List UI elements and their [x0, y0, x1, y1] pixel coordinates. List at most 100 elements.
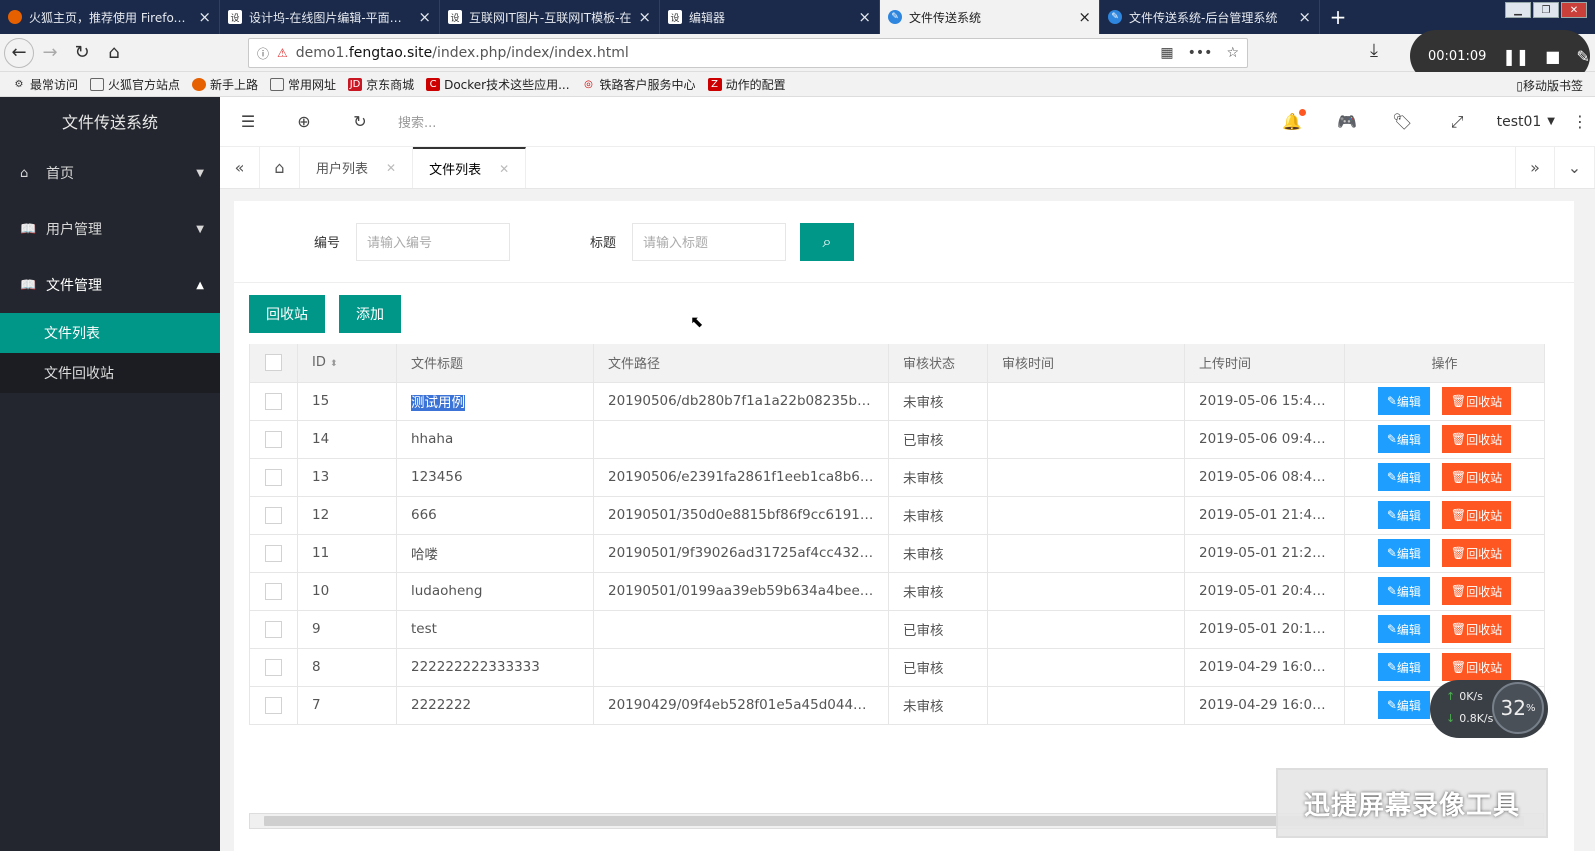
- search-button[interactable]: ⌕: [800, 222, 855, 261]
- tab-file-list[interactable]: 文件列表 ✕: [413, 147, 527, 188]
- edit-button[interactable]: ✎ 编辑: [1377, 653, 1430, 681]
- gamepad-icon[interactable]: 🎮: [1320, 112, 1375, 131]
- edit-button[interactable]: ✎ 编辑: [1377, 501, 1430, 529]
- download-icon[interactable]: ⤓: [1370, 40, 1378, 61]
- header-search[interactable]: 搜索...: [398, 112, 436, 131]
- more-vertical-icon[interactable]: ⋮: [1565, 112, 1595, 131]
- maximize-button[interactable]: ❐: [1533, 2, 1559, 18]
- row-checkbox[interactable]: [265, 468, 282, 486]
- recycle-button[interactable]: 🗑回收站: [1441, 653, 1512, 681]
- home-tab-icon[interactable]: ⌂: [260, 147, 300, 188]
- close-icon[interactable]: ×: [638, 8, 651, 26]
- title-input[interactable]: 请输入标题: [632, 222, 787, 261]
- row-checkbox[interactable]: [265, 620, 282, 638]
- sidebar-item-files[interactable]: 📖 文件管理 ▲: [0, 257, 220, 313]
- bookmark-item[interactable]: 火狐官方站点: [90, 76, 180, 93]
- recycle-button[interactable]: 🗑回收站: [1441, 425, 1512, 453]
- tabs-dropdown-icon[interactable]: ⌄: [1555, 147, 1595, 188]
- recycle-bin-button[interactable]: 回收站: [249, 295, 325, 333]
- sidebar-subitem-recycle-bin[interactable]: 文件回收站: [0, 353, 220, 393]
- tag-icon[interactable]: 🏷: [1375, 112, 1430, 131]
- qr-code-icon[interactable]: ▦: [1160, 45, 1173, 61]
- sidebar-item-users[interactable]: 📖 用户管理 ▼: [0, 201, 220, 257]
- edit-button[interactable]: ✎ 编辑: [1377, 387, 1430, 415]
- close-icon[interactable]: ×: [1078, 8, 1091, 26]
- edit-button[interactable]: ✎ 编辑: [1377, 463, 1430, 491]
- browser-tab-6[interactable]: ✎ 文件传送系统-后台管理系统 ×: [1100, 0, 1320, 34]
- edit-button[interactable]: ✎ 编辑: [1377, 539, 1430, 567]
- select-all-checkbox[interactable]: [265, 354, 282, 372]
- bookmark-item[interactable]: ⚙ 最常访问: [12, 76, 79, 93]
- user-menu[interactable]: test01 ▼: [1497, 114, 1555, 130]
- minimize-button[interactable]: ▁: [1505, 2, 1531, 18]
- bookmark-item[interactable]: JD 京东商城: [348, 76, 414, 93]
- browser-tab-3[interactable]: 设 互联网IT图片-互联网IT模板-在 ×: [440, 0, 660, 34]
- tabs-scroll-left-icon[interactable]: «: [220, 147, 260, 188]
- recycle-button[interactable]: 🗑回收站: [1441, 501, 1512, 529]
- sort-icon[interactable]: ⬍: [330, 359, 338, 369]
- recycle-button[interactable]: 🗑回收站: [1441, 577, 1512, 605]
- tabs-scroll-right-icon[interactable]: »: [1515, 147, 1555, 188]
- menu-toggle-icon[interactable]: ☰: [220, 112, 276, 131]
- back-button[interactable]: ←: [4, 37, 34, 68]
- bookmark-item[interactable]: Z 动作的配置: [707, 76, 786, 93]
- forward-button[interactable]: →: [34, 37, 66, 69]
- browser-tab-2[interactable]: 设 设计坞-在线图片编辑-平面设计 ×: [220, 0, 440, 34]
- pen-icon[interactable]: ✎: [1576, 47, 1589, 66]
- edit-button[interactable]: ✎ 编辑: [1377, 691, 1430, 719]
- browser-tab-4[interactable]: 设 编辑器 ×: [660, 0, 880, 34]
- info-icon[interactable]: ⓘ: [257, 45, 269, 62]
- column-header-id[interactable]: ID ⬍: [297, 344, 397, 383]
- row-checkbox[interactable]: [265, 392, 282, 410]
- browser-tab-1[interactable]: 火狐主页，推荐使用 Firefox 火 ×: [0, 0, 220, 34]
- column-header-audit-time: 审核时间: [987, 344, 1185, 383]
- bookmark-item[interactable]: C Docker技术这些应用...: [426, 76, 570, 93]
- mobile-bookmarks[interactable]: ▯移动版书签: [1516, 77, 1583, 94]
- cell-status: 未审核: [888, 686, 988, 725]
- row-checkbox[interactable]: [265, 658, 282, 676]
- close-icon[interactable]: ×: [198, 8, 211, 26]
- more-icon[interactable]: •••: [1188, 45, 1213, 61]
- close-icon[interactable]: ×: [418, 8, 431, 26]
- row-checkbox[interactable]: [265, 506, 282, 524]
- tab-user-list[interactable]: 用户列表 ✕: [300, 147, 414, 188]
- recycle-button[interactable]: 🗑回收站: [1441, 615, 1512, 643]
- bookmark-item[interactable]: 新手上路: [192, 76, 258, 93]
- bookmark-item[interactable]: ◎ 铁路客户服务中心: [582, 76, 695, 93]
- fullscreen-icon[interactable]: ⤢: [1430, 112, 1485, 132]
- recycle-button[interactable]: 🗑回收站: [1441, 539, 1512, 567]
- home-button[interactable]: ⌂: [98, 37, 130, 69]
- add-button[interactable]: 添加: [339, 295, 401, 333]
- close-icon[interactable]: ×: [1298, 8, 1311, 26]
- row-checkbox[interactable]: [265, 544, 282, 562]
- edit-button[interactable]: ✎ 编辑: [1377, 615, 1430, 643]
- close-icon[interactable]: ✕: [386, 161, 396, 175]
- reload-button[interactable]: ↻: [66, 37, 98, 69]
- notification-bell-icon[interactable]: 🔔: [1265, 109, 1320, 131]
- edit-button[interactable]: ✎ 编辑: [1377, 425, 1430, 453]
- close-window-button[interactable]: ✕: [1561, 2, 1587, 18]
- url-bar[interactable]: ⓘ ⚠ demo1. fengtao.site/index.php/index/i…: [248, 38, 1248, 68]
- sidebar-subitem-file-list[interactable]: 文件列表: [0, 313, 220, 353]
- sidebar-item-home[interactable]: ⌂ 首页 ▼: [0, 145, 220, 201]
- browser-tab-5[interactable]: ✎ 文件传送系统 ×: [880, 0, 1100, 34]
- pause-icon[interactable]: ❚❚: [1502, 47, 1529, 66]
- row-checkbox[interactable]: [265, 582, 282, 600]
- stop-icon[interactable]: ■: [1545, 47, 1560, 66]
- bookmark-star-icon[interactable]: ☆: [1226, 45, 1239, 61]
- row-checkbox[interactable]: [265, 696, 282, 714]
- close-icon[interactable]: ×: [858, 8, 871, 26]
- id-input[interactable]: 请输入编号: [356, 222, 511, 261]
- recycle-button[interactable]: 🗑回收站: [1441, 463, 1512, 491]
- bookmark-item[interactable]: 常用网址: [270, 76, 336, 93]
- cell-actions: ✎编辑 🗑回收站: [1344, 534, 1545, 573]
- close-icon[interactable]: ✕: [499, 162, 509, 176]
- recycle-button[interactable]: 🗑回收站: [1441, 387, 1512, 415]
- globe-icon[interactable]: ⊕: [276, 112, 332, 131]
- edit-label: 编辑: [1396, 470, 1421, 485]
- refresh-icon[interactable]: ↻: [332, 112, 388, 131]
- edit-button[interactable]: ✎ 编辑: [1377, 577, 1430, 605]
- new-tab-button[interactable]: +: [1320, 0, 1356, 34]
- row-checkbox[interactable]: [265, 430, 282, 448]
- cell-id: 14: [297, 420, 397, 459]
